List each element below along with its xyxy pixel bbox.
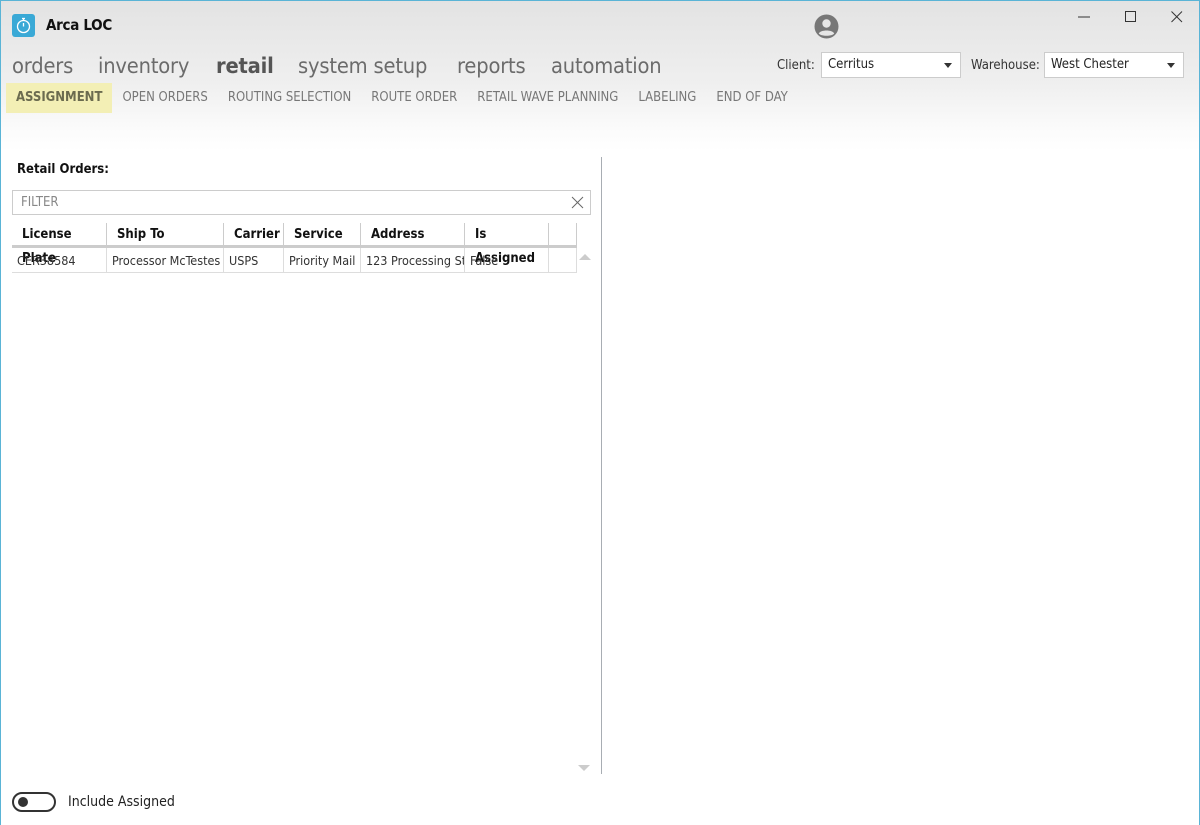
minimize-button[interactable] [1069, 7, 1099, 27]
sub-nav: ASSIGNMENT OPEN ORDERS ROUTING SELECTION… [6, 83, 798, 113]
stopwatch-icon [12, 14, 35, 37]
warehouse-label: Warehouse: [971, 58, 1040, 73]
cell-carrier: USPS [224, 248, 284, 272]
user-account-icon[interactable] [814, 14, 839, 39]
scroll-up-arrow-icon[interactable] [579, 254, 591, 260]
main-nav-inventory[interactable]: inventory [98, 53, 189, 79]
tab-route-order[interactable]: ROUTE ORDER [361, 83, 467, 113]
filter-input[interactable] [13, 191, 553, 214]
tab-retail-wave-planning[interactable]: RETAIL WAVE PLANNING [467, 83, 628, 113]
app-title: Arca LOC [46, 16, 112, 34]
cell-license-plate: CER38584 [12, 248, 107, 272]
main-nav-automation[interactable]: automation [551, 53, 662, 79]
main-nav-reports[interactable]: reports [457, 53, 526, 79]
column-header-is-assigned[interactable]: Is Assigned [465, 223, 549, 266]
chevron-down-icon [944, 63, 952, 68]
chevron-down-icon [1167, 63, 1175, 68]
warehouse-select-value: West Chester [1051, 57, 1129, 72]
tab-routing-selection[interactable]: ROUTING SELECTION [218, 83, 361, 113]
column-header-filler [549, 223, 577, 245]
client-select-value: Cerritus [828, 57, 875, 72]
column-header-ship-to[interactable]: Ship To [107, 223, 224, 245]
tab-end-of-day[interactable]: END OF DAY [706, 83, 797, 113]
retail-orders-grid: License Plate Ship To Carrier Service Ad… [12, 223, 577, 273]
column-header-license-plate[interactable]: License Plate [12, 223, 107, 266]
cell-ship-to: Processor McTestes [107, 248, 224, 272]
grid-header: License Plate Ship To Carrier Service Ad… [12, 223, 577, 266]
tab-open-orders[interactable]: OPEN ORDERS [112, 83, 217, 113]
warehouse-select[interactable]: West Chester [1044, 52, 1184, 78]
cell-address: 123 Processing St [361, 248, 465, 272]
main-nav: orders inventory retail system setup rep… [12, 53, 689, 79]
tab-assignment[interactable]: ASSIGNMENT [6, 83, 113, 113]
cell-filler [549, 248, 577, 272]
main-nav-orders[interactable]: orders [12, 53, 73, 79]
main-nav-retail[interactable]: retail [216, 53, 274, 79]
header: Arca LOC orders inventory retail system … [1, 1, 1199, 151]
main-nav-system-setup[interactable]: system setup [298, 53, 427, 79]
column-header-carrier[interactable]: Carrier [224, 223, 284, 245]
table-row[interactable]: CER38584 Processor McTestes USPS Priorit… [12, 248, 577, 273]
maximize-button[interactable] [1116, 7, 1146, 27]
cell-is-assigned: False [465, 248, 549, 272]
tab-labeling[interactable]: LABELING [628, 83, 706, 113]
cell-service: Priority Mail [284, 248, 361, 272]
filter-box [12, 190, 591, 215]
toggle-knob [18, 797, 28, 807]
client-label: Client: [777, 58, 815, 73]
client-select[interactable]: Cerritus [821, 52, 961, 78]
close-icon [1171, 11, 1183, 23]
maximize-icon [1125, 11, 1136, 22]
close-window-button[interactable] [1162, 7, 1192, 27]
minimize-icon [1078, 16, 1090, 18]
app-window: Arca LOC orders inventory retail system … [0, 0, 1200, 825]
scroll-down-arrow-icon[interactable] [578, 765, 590, 771]
panel-divider[interactable] [601, 157, 602, 774]
include-assigned-toggle[interactable] [12, 792, 56, 812]
column-header-service[interactable]: Service [284, 223, 361, 245]
retail-orders-title: Retail Orders: [17, 162, 109, 177]
column-header-address[interactable]: Address [361, 223, 465, 245]
include-assigned-label: Include Assigned [68, 794, 175, 810]
clear-filter-icon[interactable] [571, 196, 584, 209]
